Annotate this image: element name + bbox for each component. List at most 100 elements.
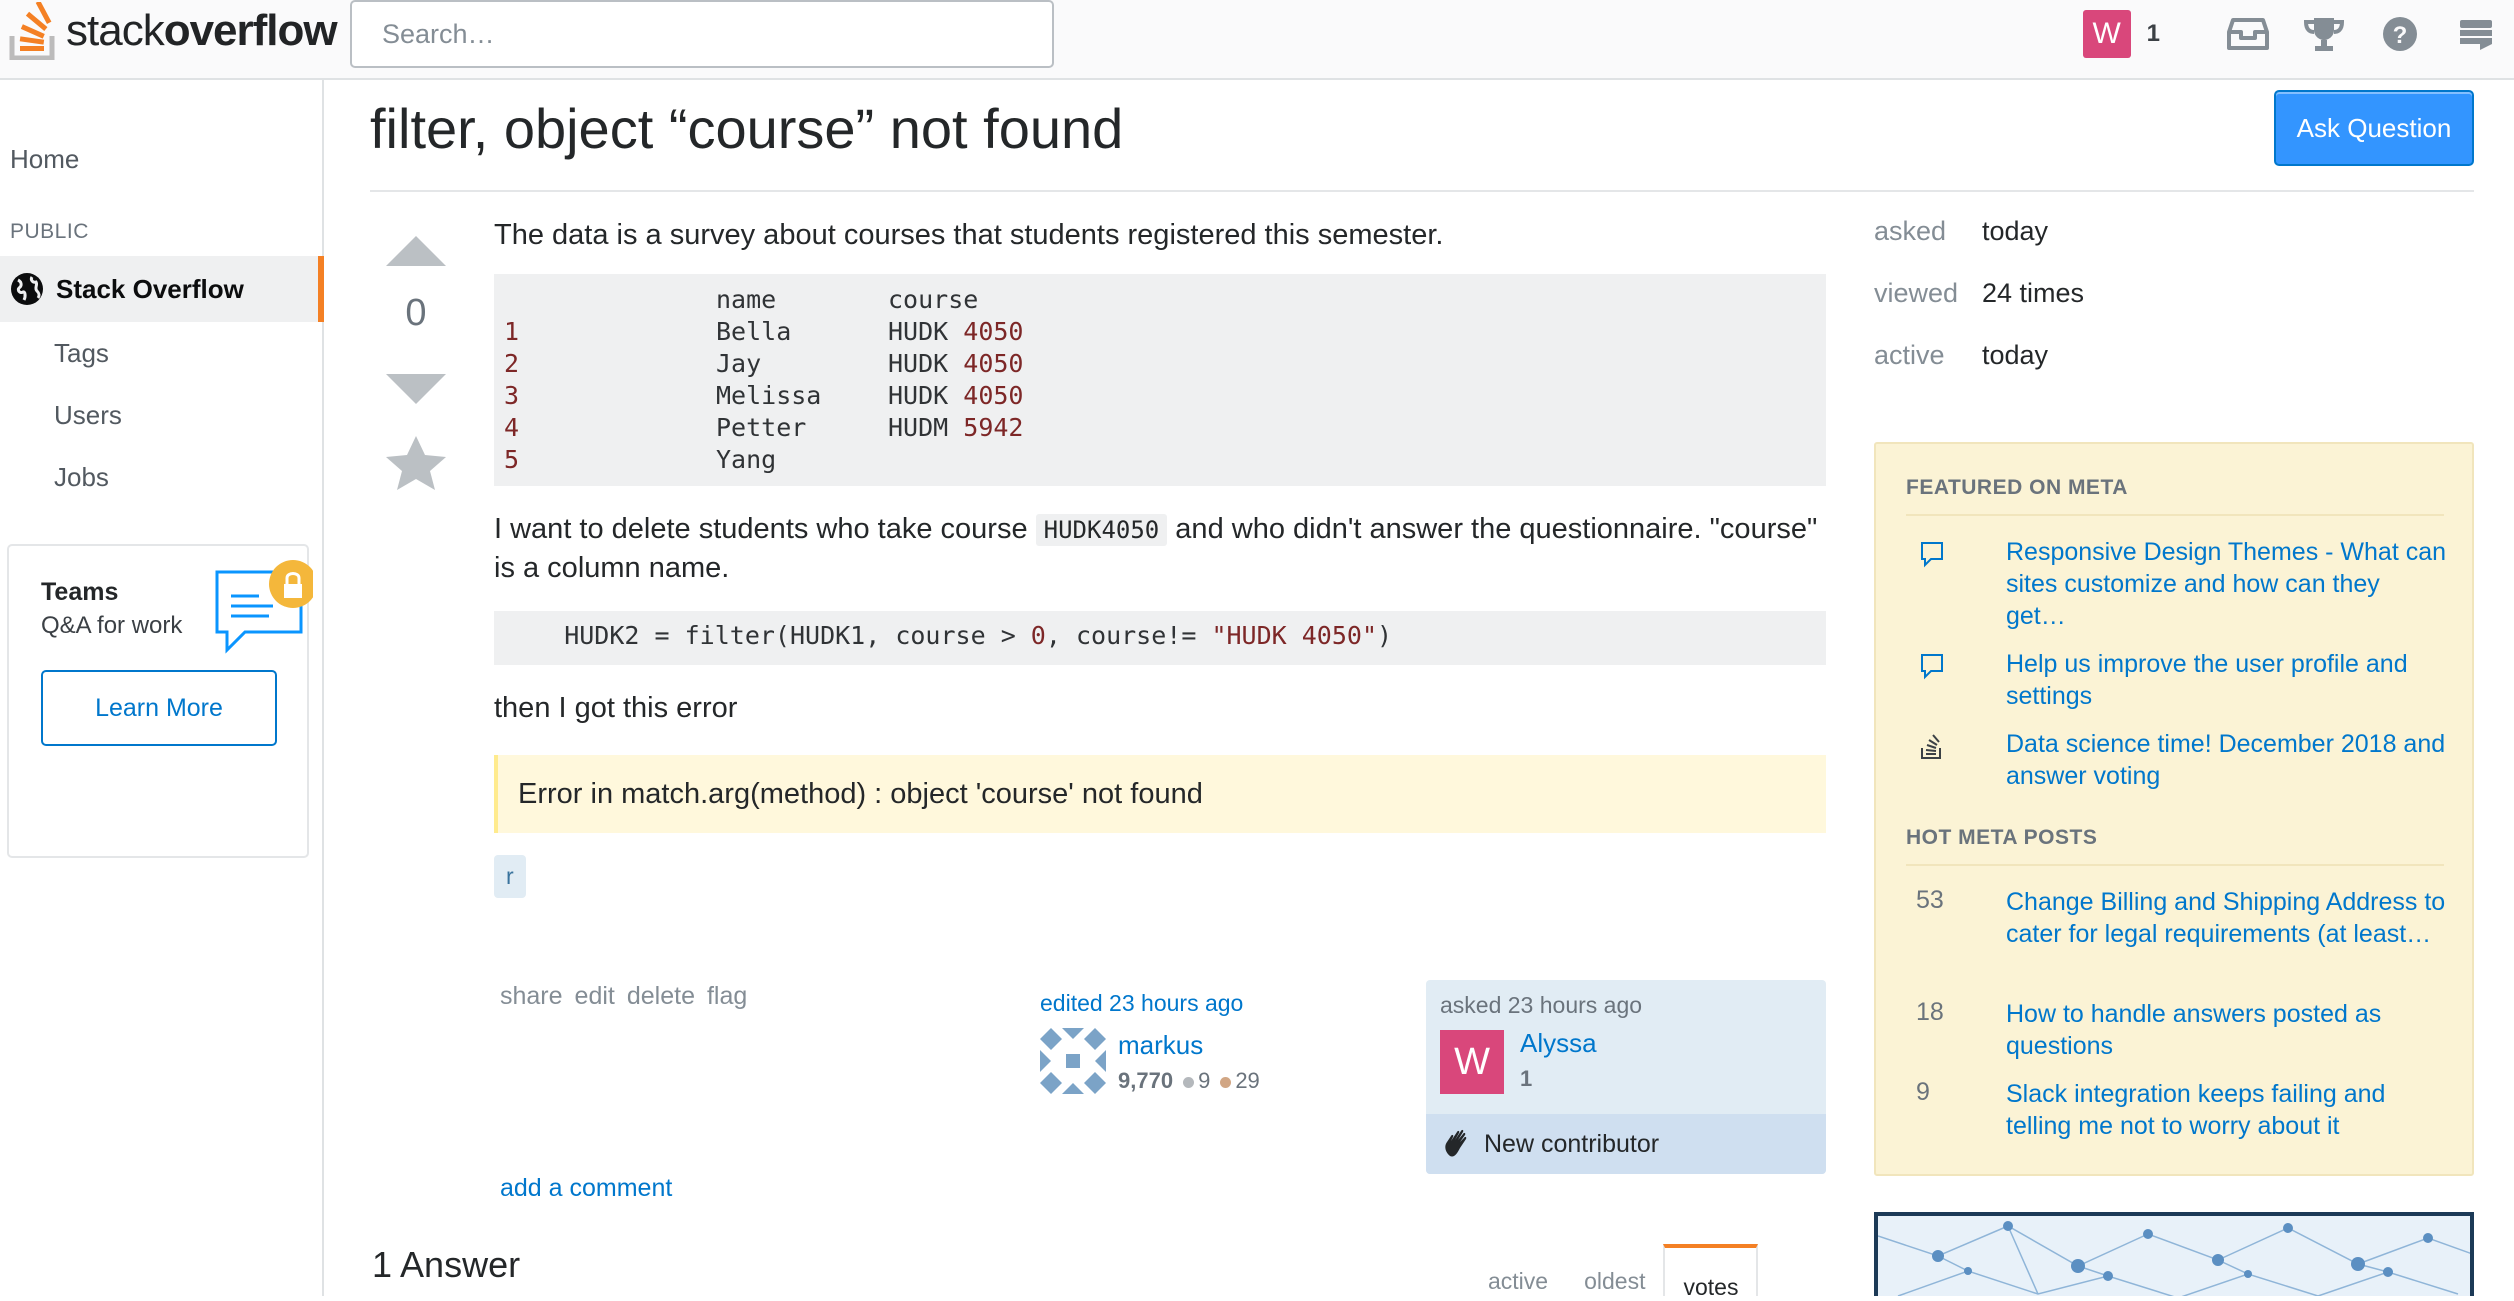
left-sidebar: Home PUBLIC Stack Overflow Tags Users Jo… [0, 80, 324, 1296]
favorite-star-icon[interactable] [380, 434, 452, 490]
question-paragraph-1: The data is a survey about courses that … [494, 219, 1444, 251]
nav-stack-overflow[interactable]: Stack Overflow [0, 256, 324, 322]
search-input[interactable] [350, 0, 1054, 68]
stat-active: active today [1874, 340, 2049, 371]
inbox-icon[interactable] [2210, 0, 2286, 68]
new-contributor-label: New contributor [1484, 1129, 1660, 1158]
meta-speech-icon [1916, 652, 1948, 686]
tag-r[interactable]: r [494, 855, 526, 898]
meta-sidebar-widget: FEATURED ON META Responsive Design Theme… [1874, 442, 2474, 1176]
globe-icon [11, 273, 43, 305]
stat-viewed: viewed 24 times [1874, 278, 2085, 308]
teams-subtitle: Q&A for work [41, 612, 183, 639]
hot-meta-posts-heading: HOT META POSTS [1906, 826, 2098, 849]
question-body: The data is a survey about courses that … [494, 216, 1826, 898]
hot-meta-link[interactable]: Slack integration keeps failing and tell… [2006, 1078, 2446, 1142]
code-row-name: Bella [716, 317, 792, 346]
nav-stack-overflow-label: Stack Overflow [56, 273, 244, 304]
stat-asked-value[interactable]: today [1982, 216, 2048, 247]
featured-on-meta-heading: FEATURED ON META [1906, 476, 2128, 499]
code-row-course-code: HUDK [888, 381, 949, 410]
flag-link[interactable]: flag [707, 982, 747, 1011]
code-row-index: 3 [504, 381, 520, 410]
user-reputation[interactable]: 1 [2147, 20, 2160, 48]
code-row-course-num: 4050 [963, 381, 1024, 410]
teams-chat-lock-icon [213, 556, 317, 661]
hot-meta-count: 53 [1916, 886, 1944, 914]
nav-home[interactable]: Home [10, 144, 79, 175]
data-table-codeblock: name course 1 Bella HUDK 4050 2 Jay HUDK 4050 3 M… [494, 274, 1826, 486]
sidebar-ad-image[interactable] [1874, 1212, 2474, 1296]
error-blockquote: Error in match.arg(method) : object 'cou… [494, 755, 1826, 833]
nav-tags[interactable]: Tags [54, 338, 109, 369]
svg-text:?: ? [2393, 22, 2408, 49]
featured-link[interactable]: Responsive Design Themes - What can site… [2006, 536, 2446, 632]
featured-link[interactable]: Help us improve the user profile and set… [2006, 648, 2446, 712]
featured-link[interactable]: Data science time! December 2018 and ans… [2006, 728, 2446, 792]
downvote-icon[interactable] [380, 370, 452, 410]
question-title[interactable]: filter, object “course” not found [370, 96, 1123, 161]
edit-link[interactable]: edit [575, 982, 615, 1011]
code-table-row: 1 Bella HUDK 4050 [504, 316, 1816, 348]
code-table-row: 3 Melissa HUDK 4050 [504, 380, 1816, 412]
bronze-badge-icon [1220, 1076, 1232, 1088]
ask-question-button[interactable]: Ask Question [2274, 90, 2474, 166]
nav-users[interactable]: Users [54, 400, 122, 431]
title-divider [370, 190, 2474, 192]
help-icon[interactable]: ? [2362, 0, 2438, 68]
nav-jobs[interactable]: Jobs [54, 462, 109, 493]
teams-title: Teams [41, 578, 119, 606]
sort-tab-active[interactable]: active [1470, 1244, 1566, 1296]
wave-hand-icon [1445, 1129, 1467, 1157]
code-header-course: course [888, 285, 979, 314]
edited-time-link[interactable]: edited 23 hours ago [1040, 990, 1420, 1017]
edited-user-link[interactable]: markus [1118, 1030, 1203, 1061]
upvote-icon[interactable] [380, 230, 452, 270]
question-stats: asked today viewed 24 times active today [1874, 216, 2474, 402]
sort-tab-votes[interactable]: votes [1663, 1244, 1759, 1300]
user-avatar[interactable]: W [2082, 10, 2131, 58]
code-row-course-code: HUDK [888, 317, 949, 346]
code-row-course-num: 5942 [963, 413, 1024, 442]
meta-speech-icon [1916, 540, 1948, 574]
tag-list: r [494, 855, 1826, 898]
logo-text: stackoverflow [66, 6, 338, 55]
stackoverflow-logo[interactable]: stackoverflow [8, 0, 338, 62]
code-row-course-code: HUDM [888, 413, 949, 442]
code-row-index: 1 [504, 317, 520, 346]
question-paragraph-2: I want to delete students who take cours… [494, 513, 1818, 584]
vote-count: 0 [405, 292, 427, 334]
new-contributor-badge[interactable]: New contributor [1426, 1114, 1826, 1174]
code-row-index: 2 [504, 349, 520, 378]
asked-user-reputation: 1 [1520, 1066, 1533, 1091]
markus-identicon[interactable] [1040, 1028, 1106, 1099]
edited-user-reputation: 9,770 9 29 [1118, 1068, 1260, 1093]
add-comment-link[interactable]: add a comment [500, 1174, 672, 1203]
asked-time-link[interactable]: asked 23 hours ago [1440, 992, 1642, 1019]
answers-heading: 1 Answer [372, 1244, 521, 1285]
teams-promo: Teams Q&A for work Learn More [7, 544, 317, 858]
trophy-icon[interactable] [2286, 0, 2362, 68]
share-link[interactable]: share [500, 982, 563, 1011]
stack-overflow-icon [1916, 732, 1948, 766]
code-row-name: Jay [716, 349, 762, 378]
code-table-row: 5 Yang [504, 444, 1816, 476]
hot-meta-link[interactable]: How to handle answers posted as question… [2006, 998, 2446, 1062]
top-right-bar: W 1 ? [2082, 0, 2514, 68]
code-row-index: 4 [504, 413, 520, 442]
code-row-index: 5 [504, 445, 520, 474]
site-switcher-icon[interactable] [2438, 0, 2514, 68]
delete-link[interactable]: delete [627, 982, 695, 1011]
hot-meta-count: 9 [1916, 1078, 1930, 1106]
stat-active-value[interactable]: today [1982, 340, 2048, 371]
asked-user-link[interactable]: Alyssa [1520, 1028, 1597, 1059]
hot-meta-link[interactable]: Change Billing and Shipping Address to c… [2006, 886, 2446, 950]
stackoverflow-logo-icon [9, 2, 55, 60]
code-table-rows: 1 Bella HUDK 4050 2 Jay HUDK 4050 3 Melissa HUDK… [504, 316, 1816, 476]
hot-meta-count: 18 [1916, 998, 1944, 1026]
learn-more-button[interactable]: Learn More [41, 670, 277, 746]
code-header-name: name [716, 285, 777, 314]
alyssa-avatar[interactable]: W [1440, 1030, 1504, 1094]
sort-tab-oldest[interactable]: oldest [1566, 1244, 1663, 1296]
silver-badge-icon [1183, 1076, 1195, 1088]
